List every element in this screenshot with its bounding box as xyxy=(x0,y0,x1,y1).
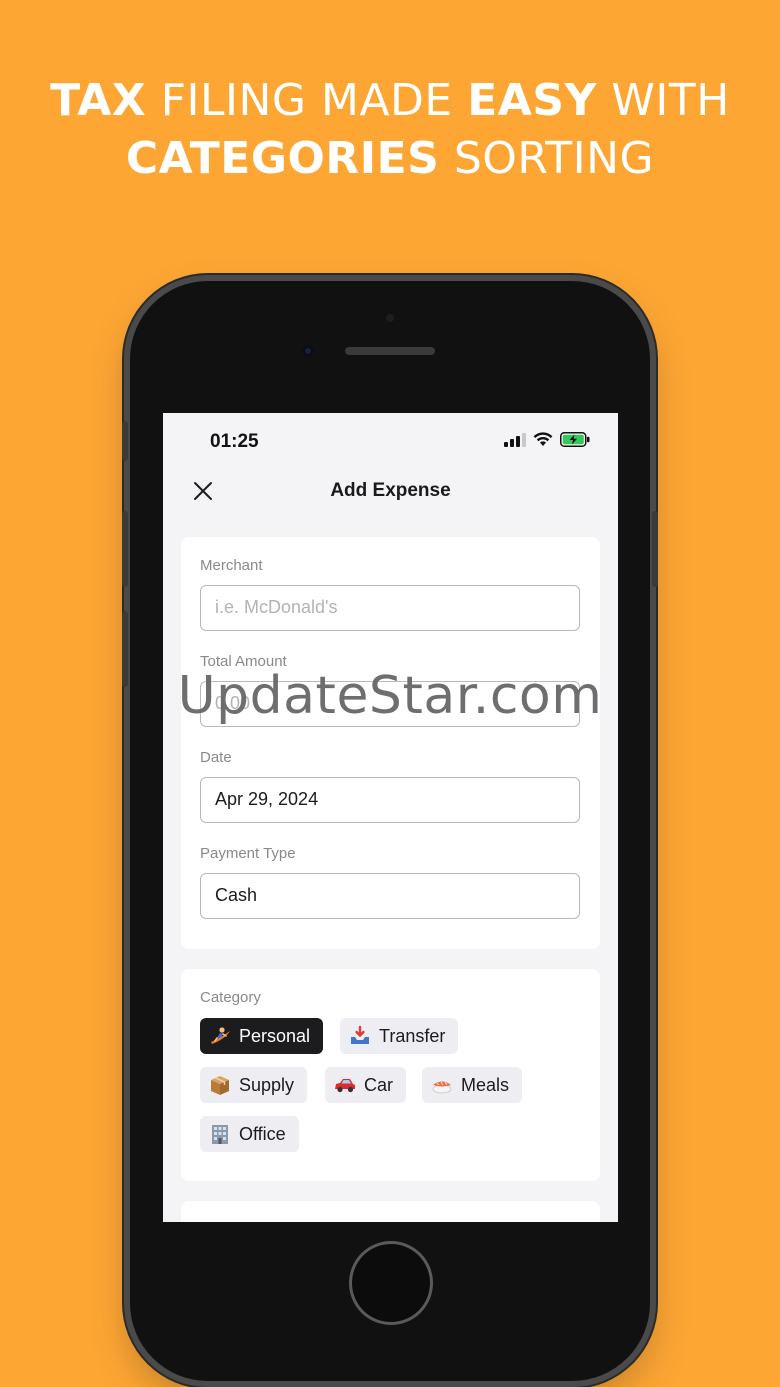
headline-text-sorting: SORTING xyxy=(453,133,655,184)
promo-headline: TAX FILING MADE EASY WITH CATEGORIES SOR… xyxy=(0,72,780,188)
date-field[interactable]: Apr 29, 2024 xyxy=(200,777,580,823)
earpiece-speaker xyxy=(345,347,435,355)
status-bar: 01:25 xyxy=(163,413,618,469)
page-title: Add Expense xyxy=(330,480,451,501)
status-icons xyxy=(504,432,590,447)
headline-line-1: TAX FILING MADE EASY WITH xyxy=(0,72,780,130)
category-chip-label: Office xyxy=(239,1123,286,1144)
phone-screen: 01:25 Add Expense Merchant i.e. McDonald… xyxy=(163,413,618,1222)
mute-switch xyxy=(122,421,128,461)
headline-bold-categories: CATEGORIES xyxy=(125,133,440,184)
category-chip-label: Meals xyxy=(461,1074,510,1095)
package-icon xyxy=(209,1074,231,1096)
surfer-icon xyxy=(209,1025,231,1047)
headline-text-with: WITH xyxy=(611,75,730,126)
category-chip-label: Transfer xyxy=(379,1025,446,1046)
category-card: Category Personal Transfer Supply Car Me… xyxy=(181,969,600,1181)
power-button xyxy=(652,511,658,587)
headline-bold-tax: TAX xyxy=(50,75,147,126)
battery-charging-icon xyxy=(560,432,590,447)
expense-details-card: Merchant i.e. McDonald's Total Amount 0.… xyxy=(181,537,600,949)
category-chip-car[interactable]: Car xyxy=(325,1067,407,1103)
date-label: Date xyxy=(200,749,232,766)
category-chip-transfer[interactable]: Transfer xyxy=(340,1018,459,1054)
merchant-input[interactable]: i.e. McDonald's xyxy=(200,585,580,631)
merchant-label: Merchant xyxy=(200,557,263,574)
next-section-card xyxy=(181,1201,600,1222)
category-chip-supply[interactable]: Supply xyxy=(200,1067,308,1103)
car-icon xyxy=(334,1074,356,1096)
category-chip-label: Car xyxy=(364,1074,394,1095)
headline-line-2: CATEGORIES SORTING xyxy=(0,130,780,188)
front-camera xyxy=(302,345,314,357)
payment-type-field[interactable]: Cash xyxy=(200,873,580,919)
headline-text-filing: FILING MADE xyxy=(160,75,453,126)
inbox-tray-icon xyxy=(349,1025,371,1047)
nav-bar: Add Expense xyxy=(163,469,618,513)
category-chip-personal[interactable]: Personal xyxy=(200,1018,324,1054)
watermark: UpdateStar.com xyxy=(177,666,603,726)
category-chip-office[interactable]: Office xyxy=(200,1116,299,1152)
category-chip-meals[interactable]: Meals xyxy=(422,1067,523,1103)
status-time: 01:25 xyxy=(210,431,259,452)
headline-bold-easy: EASY xyxy=(467,75,597,126)
cellular-signal-icon xyxy=(504,432,526,447)
sushi-icon xyxy=(431,1074,453,1096)
wifi-icon xyxy=(533,432,553,446)
proximity-sensor xyxy=(386,314,394,322)
payment-type-label: Payment Type xyxy=(200,845,296,862)
category-label: Category xyxy=(200,989,261,1006)
home-button[interactable] xyxy=(349,1241,433,1325)
volume-up-button xyxy=(122,511,128,587)
office-building-icon xyxy=(209,1123,231,1145)
phone-frame: 01:25 Add Expense Merchant i.e. McDonald… xyxy=(122,281,658,1381)
category-chip-label: Personal xyxy=(239,1025,311,1046)
category-chip-label: Supply xyxy=(239,1074,295,1095)
